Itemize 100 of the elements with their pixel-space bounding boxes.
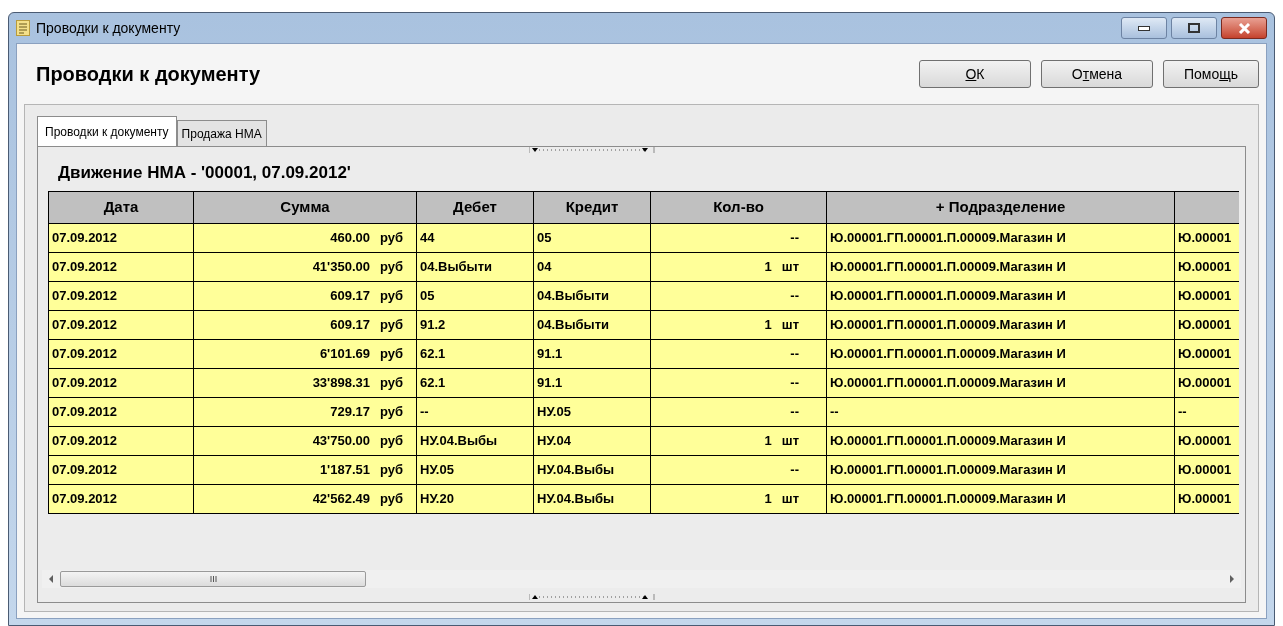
document-icon bbox=[16, 20, 30, 36]
table-cell: НУ.05 bbox=[416, 455, 534, 485]
dialog-button[interactable]: Отмена bbox=[1041, 60, 1153, 88]
tab[interactable]: Проводки к документу bbox=[37, 116, 177, 146]
horizontal-scrollbar[interactable] bbox=[42, 570, 1241, 588]
table-cell: Ю.00001.ГП.00001.П.00009.Магазин И bbox=[826, 223, 1175, 253]
table-cell: 44 bbox=[416, 223, 534, 253]
table-cell: НУ.04.Выбы bbox=[533, 455, 651, 485]
table-cell: 04.Выбыти bbox=[533, 310, 651, 340]
table-cell: 07.09.2012 bbox=[48, 455, 194, 485]
table-cell: 62.1 bbox=[416, 339, 534, 369]
table-cell: 91.1 bbox=[533, 368, 651, 398]
dialog-button[interactable]: Помощь bbox=[1163, 60, 1259, 88]
quantity-value: 1 bbox=[764, 316, 772, 335]
quantity-value: 1 bbox=[764, 258, 772, 277]
amount-value: 609.17 bbox=[330, 287, 370, 306]
column-header[interactable]: Дата bbox=[48, 191, 194, 224]
splitter-handle-icon[interactable] bbox=[528, 147, 655, 153]
table-cell: 04.Выбыти bbox=[533, 281, 651, 311]
dialog-button[interactable]: ОК bbox=[919, 60, 1031, 88]
table-cell: -- bbox=[416, 397, 534, 427]
amount-value: 729.17 bbox=[330, 403, 370, 422]
table-cell: 07.09.2012 bbox=[48, 397, 194, 427]
table-cell: 07.09.2012 bbox=[48, 426, 194, 456]
currency-unit: руб bbox=[379, 345, 403, 364]
splitter-handle-icon[interactable] bbox=[528, 594, 655, 600]
table-cell: НУ.04.Выбы bbox=[416, 426, 534, 456]
currency-unit: руб bbox=[379, 374, 403, 393]
window-title: Проводки к документу bbox=[36, 18, 181, 38]
quantity-unit: шт bbox=[781, 316, 799, 335]
scroll-right-icon[interactable] bbox=[1229, 575, 1235, 583]
column-header[interactable]: Дебет bbox=[416, 191, 534, 224]
table-cell: Ю.00001.ГП.00001.П.00009.Магазин И bbox=[826, 426, 1175, 456]
table-cell: 07.09.2012 bbox=[48, 281, 194, 311]
column-header[interactable]: Кол-во bbox=[650, 191, 827, 224]
table-cell: НУ.04.Выбы bbox=[533, 484, 651, 514]
maximize-icon bbox=[1188, 23, 1200, 33]
quantity-value: -- bbox=[790, 461, 799, 480]
column-header[interactable] bbox=[1174, 191, 1239, 224]
close-icon bbox=[1237, 22, 1251, 34]
minimize-button[interactable] bbox=[1121, 17, 1167, 39]
currency-unit: руб bbox=[379, 432, 403, 451]
amount-value: 41'350.00 bbox=[312, 258, 370, 277]
table-cell: НУ.20 bbox=[416, 484, 534, 514]
amount-value: 460.00 bbox=[330, 229, 370, 248]
quantity-unit: шт bbox=[781, 490, 799, 509]
dialog-heading: Проводки к документу bbox=[36, 62, 261, 87]
table-cell: Ю.00001.ГП.00001.П.00009.Магазин И bbox=[826, 310, 1175, 340]
table-cell: 07.09.2012 bbox=[48, 339, 194, 369]
table-cell: 91.1 bbox=[533, 339, 651, 369]
tab[interactable]: Продажа НМА bbox=[176, 120, 267, 146]
table-cell: 62.1 bbox=[416, 368, 534, 398]
table-cell: Ю.00001.ГП.00001.П.00009.Магазин И bbox=[826, 368, 1175, 398]
scroll-left-icon[interactable] bbox=[48, 575, 54, 583]
table-cell: Ю.00001.ГП.00001.П.00009.Магазин И bbox=[826, 252, 1175, 282]
quantity-value: -- bbox=[790, 403, 799, 422]
table-cell: 07.09.2012 bbox=[48, 310, 194, 340]
section-title: Движение НМА - '00001, 07.09.2012' bbox=[58, 161, 351, 184]
quantity-value: 1 bbox=[764, 490, 772, 509]
quantity-unit: шт bbox=[781, 432, 799, 451]
amount-value: 42'562.49 bbox=[312, 490, 370, 509]
minimize-icon bbox=[1138, 25, 1150, 31]
table-cell: -- bbox=[826, 397, 1175, 427]
table-cell: 07.09.2012 bbox=[48, 223, 194, 253]
column-header[interactable]: Кредит bbox=[533, 191, 651, 224]
table-cell: Ю.00001.ГП.00001.П.00009.Магазин И bbox=[826, 339, 1175, 369]
grip-icon bbox=[209, 576, 217, 582]
currency-unit: руб bbox=[379, 316, 403, 335]
table-cell: НУ.04 bbox=[533, 426, 651, 456]
amount-value: 33'898.31 bbox=[312, 374, 370, 393]
table-cell: 05 bbox=[533, 223, 651, 253]
currency-unit: руб bbox=[379, 490, 403, 509]
amount-value: 1'187.51 bbox=[319, 461, 370, 480]
amount-value: 6'101.69 bbox=[319, 345, 370, 364]
table-cell: 07.09.2012 bbox=[48, 484, 194, 514]
table-cell: 91.2 bbox=[416, 310, 534, 340]
maximize-button[interactable] bbox=[1171, 17, 1217, 39]
quantity-value: -- bbox=[790, 374, 799, 393]
column-header[interactable]: + Подразделение bbox=[826, 191, 1175, 224]
column-header[interactable]: Сумма bbox=[193, 191, 417, 224]
table-cell: 07.09.2012 bbox=[48, 252, 194, 282]
table-cell: 05 bbox=[416, 281, 534, 311]
quantity-unit: шт bbox=[781, 258, 799, 277]
amount-value: 43'750.00 bbox=[312, 432, 370, 451]
table-cell: 04 bbox=[533, 252, 651, 282]
quantity-value: -- bbox=[790, 345, 799, 364]
currency-unit: руб bbox=[379, 461, 403, 480]
currency-unit: руб bbox=[379, 229, 403, 248]
scrollbar-thumb[interactable] bbox=[60, 571, 366, 587]
currency-unit: руб bbox=[379, 287, 403, 306]
table-cell: НУ.05 bbox=[533, 397, 651, 427]
table-cell: Ю.00001.ГП.00001.П.00009.Магазин И bbox=[826, 455, 1175, 485]
quantity-value: -- bbox=[790, 287, 799, 306]
table-cell: Ю.00001.ГП.00001.П.00009.Магазин И bbox=[826, 281, 1175, 311]
close-button[interactable] bbox=[1221, 17, 1267, 39]
currency-unit: руб bbox=[379, 403, 403, 422]
table-cell: 04.Выбыти bbox=[416, 252, 534, 282]
quantity-value: -- bbox=[790, 229, 799, 248]
amount-value: 609.17 bbox=[330, 316, 370, 335]
table-cell: Ю.00001.ГП.00001.П.00009.Магазин И bbox=[826, 484, 1175, 514]
